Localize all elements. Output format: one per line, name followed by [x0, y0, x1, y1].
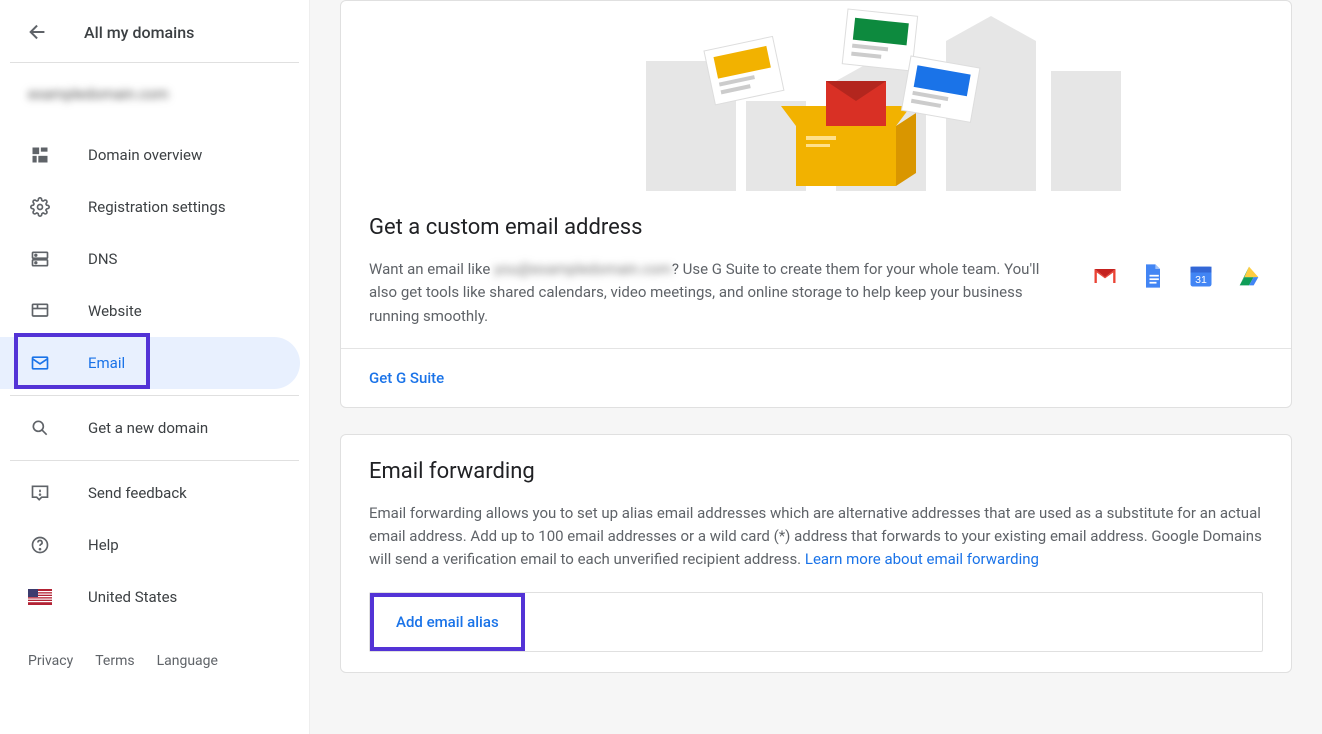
back-arrow-icon[interactable]: [26, 20, 50, 44]
nav-label: United States: [88, 588, 177, 606]
email-forwarding-card: Email forwarding Email forwarding allows…: [340, 434, 1292, 673]
calendar-icon: 31: [1187, 262, 1215, 294]
sidebar-item-registration[interactable]: Registration settings: [0, 181, 309, 233]
get-gsuite-button[interactable]: Get G Suite: [341, 349, 1291, 407]
nav-label: Get a new domain: [88, 419, 208, 437]
drive-icon: [1235, 262, 1263, 294]
add-email-alias-button[interactable]: Add email alias: [370, 593, 525, 651]
domain-name-blurred: exampledomain.com: [0, 71, 309, 119]
nav-label: Registration settings: [88, 198, 226, 216]
terms-link[interactable]: Terms: [95, 653, 134, 669]
sidebar-item-dns[interactable]: DNS: [0, 233, 309, 285]
main-content: Get a custom email address Want an email…: [310, 0, 1322, 734]
search-icon: [28, 416, 52, 440]
sidebar: All my domains exampledomain.com Domain …: [0, 0, 310, 734]
gear-icon: [28, 195, 52, 219]
sidebar-item-get-domain[interactable]: Get a new domain: [0, 402, 309, 454]
nav-label: Help: [88, 536, 119, 554]
nav-label: Domain overview: [88, 146, 202, 164]
gsuite-app-icons: 31: [1091, 258, 1263, 294]
us-flag-icon: [28, 585, 52, 609]
alias-panel: Add email alias: [369, 592, 1263, 652]
custom-email-heading: Get a custom email address: [369, 215, 1263, 240]
svg-text:31: 31: [1195, 274, 1207, 286]
sidebar-item-overview[interactable]: Domain overview: [0, 129, 309, 181]
sidebar-item-help[interactable]: Help: [0, 519, 309, 571]
sidebar-item-website[interactable]: Website: [0, 285, 309, 337]
privacy-link[interactable]: Privacy: [28, 653, 73, 669]
nav-label: Send feedback: [88, 484, 187, 502]
dashboard-icon: [28, 143, 52, 167]
language-link[interactable]: Language: [157, 653, 218, 669]
divider: [10, 62, 299, 63]
footer-links: Privacy Terms Language: [0, 623, 309, 669]
website-icon: [28, 299, 52, 323]
sidebar-header: All my domains: [0, 14, 309, 60]
blurred-email-example: you@exampledomain.com: [494, 258, 672, 281]
email-icon: [28, 351, 52, 375]
dns-icon: [28, 247, 52, 271]
sidebar-item-email[interactable]: Email: [0, 337, 300, 389]
forwarding-heading: Email forwarding: [369, 459, 1263, 484]
learn-more-link[interactable]: Learn more about email forwarding: [805, 550, 1039, 568]
sidebar-item-country[interactable]: United States: [0, 571, 309, 623]
nav-label: Email: [88, 354, 125, 372]
nav-list: Domain overview Registration settings DN…: [0, 119, 309, 623]
gmail-icon: [1091, 262, 1119, 294]
nav-label: DNS: [88, 250, 117, 268]
sidebar-item-feedback[interactable]: Send feedback: [0, 467, 309, 519]
help-icon: [28, 533, 52, 557]
docs-icon: [1139, 262, 1167, 294]
divider: [10, 395, 299, 396]
custom-email-description: Want an email like you@exampledomain.com…: [369, 258, 1061, 328]
forwarding-description: Email forwarding allows you to set up al…: [369, 502, 1263, 572]
feedback-icon: [28, 481, 52, 505]
sidebar-title[interactable]: All my domains: [84, 23, 194, 42]
desc-prefix: Want an email like: [369, 260, 494, 278]
hero-illustration: [341, 1, 1291, 191]
divider: [10, 460, 299, 461]
custom-email-card: Get a custom email address Want an email…: [340, 0, 1292, 408]
nav-label: Website: [88, 302, 142, 320]
